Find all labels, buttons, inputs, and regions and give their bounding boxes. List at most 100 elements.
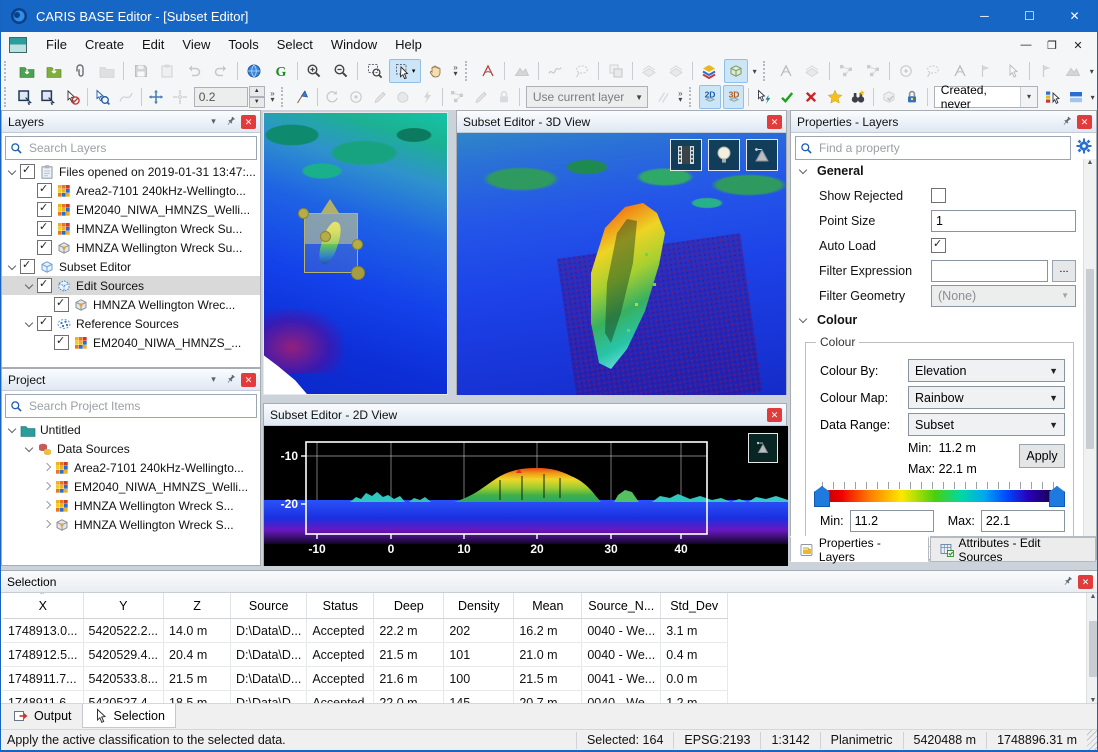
toolbar-overflow-icon[interactable]: »▾ <box>449 60 462 82</box>
examine-button[interactable] <box>847 85 869 109</box>
map-view[interactable] <box>263 112 448 395</box>
colour-map-select[interactable]: Rainbow▼ <box>908 386 1065 409</box>
property-search-input[interactable] <box>817 138 1070 158</box>
lock-small-button[interactable] <box>494 85 516 109</box>
open-folder-button[interactable] <box>41 59 66 83</box>
filter-expression-browse-button[interactable]: ... <box>1052 260 1076 282</box>
column-header-stddev[interactable]: Std_Dev <box>661 593 728 619</box>
chevron-right-icon[interactable] <box>40 461 54 475</box>
surface-tool-a-button[interactable] <box>637 59 662 83</box>
tab-attributes-edit-sources[interactable]: Attributes - Edit Sources <box>930 536 1096 562</box>
view3d-canvas[interactable] <box>457 133 786 395</box>
tab-properties-layers[interactable]: Properties - Layers <box>790 536 929 562</box>
polygon-tool-button[interactable] <box>392 85 414 109</box>
tab-output[interactable]: Output <box>3 704 82 727</box>
visibility-checkbox[interactable] <box>20 259 35 274</box>
mdi-restore-button[interactable]: ❐ <box>1039 39 1065 52</box>
record-movie-button[interactable] <box>670 139 702 171</box>
title-bar[interactable]: CARIS BASE Editor - [Subset Editor] ─ ☐ … <box>1 0 1097 32</box>
column-header-density[interactable]: Density <box>444 593 514 619</box>
subset-rotate-handle[interactable] <box>321 199 339 213</box>
cube-check-button[interactable] <box>878 85 900 109</box>
target-tool-button[interactable] <box>345 85 367 109</box>
table-row[interactable]: 1748913.0...5420522.2...14.0 mD:\Data\D.… <box>3 619 728 643</box>
node-remove-button[interactable] <box>834 59 859 83</box>
node-edit-button[interactable] <box>446 85 468 109</box>
reject-button[interactable] <box>800 85 822 109</box>
property-search[interactable] <box>795 136 1071 160</box>
subset-bounds-box[interactable] <box>304 213 358 273</box>
layer-tree-item[interactable]: HMNZA Wellington Wrec... <box>2 295 260 314</box>
toolbar-overflow-icon[interactable]: »▾ <box>267 86 278 108</box>
apply-button[interactable]: Apply <box>1019 444 1065 468</box>
open-google-earth-button[interactable]: G <box>269 59 294 83</box>
scroll-thumb[interactable] <box>1086 269 1094 449</box>
zoom-in-button[interactable] <box>302 59 327 83</box>
selection-table[interactable]: ⌃XYZSourceStatusDeepDensityMeanSource_N.… <box>3 593 1085 704</box>
view-2d-button[interactable]: 2D <box>699 85 721 109</box>
toolbar-overflow-icon[interactable]: »▾ <box>675 86 686 108</box>
classify-button[interactable] <box>1042 85 1064 109</box>
min-field-input[interactable]: 11.2 <box>850 510 934 532</box>
lock-button[interactable] <box>901 85 923 109</box>
colour-layers-button[interactable] <box>697 59 722 83</box>
column-header-z[interactable]: Z <box>164 593 231 619</box>
panel-menu-icon[interactable]: ▾ <box>206 114 221 129</box>
filter-preset-combo[interactable]: Created, never▾ <box>934 86 1038 108</box>
range-slider-max-handle[interactable] <box>1049 486 1065 507</box>
visibility-checkbox[interactable] <box>37 278 52 293</box>
pick-tool-button[interactable] <box>1001 59 1026 83</box>
compass-tool-button[interactable] <box>774 59 799 83</box>
close-panel-icon[interactable]: ✕ <box>1078 575 1093 589</box>
toolbar-grip[interactable] <box>763 61 770 81</box>
project-tree-item[interactable]: HMNZA Wellington Wreck S... <box>2 515 260 534</box>
table-row[interactable]: 1748912.5...5420529.4...20.4 mD:\Data\D.… <box>3 643 728 667</box>
tolerance-input[interactable] <box>194 87 248 107</box>
scroll-up-icon[interactable]: ▲ <box>1090 593 1097 600</box>
close-panel-icon[interactable]: ✕ <box>767 115 782 129</box>
layer-tree-item[interactable]: Edit Sources <box>2 276 260 295</box>
flag-kite-button[interactable] <box>291 85 313 109</box>
menu-file[interactable]: File <box>37 32 76 58</box>
undo-button[interactable] <box>182 59 207 83</box>
layer-tree-item[interactable]: Area2-7101 240kHz-Wellingto... <box>2 181 260 200</box>
general-section-heading[interactable]: General <box>817 164 864 178</box>
subset-handle[interactable] <box>298 208 309 219</box>
project-search[interactable] <box>5 394 257 418</box>
selection-scrollbar[interactable]: ▲ ▼ <box>1086 593 1098 704</box>
column-header-source[interactable]: Source <box>231 593 307 619</box>
resize-grip[interactable] <box>1087 730 1098 750</box>
project-tree-item[interactable]: Untitled <box>2 420 260 439</box>
pick-profile-button[interactable] <box>543 59 568 83</box>
column-header-x[interactable]: ⌃X <box>3 593 83 619</box>
query-cursor-button[interactable] <box>92 85 114 109</box>
visibility-checkbox[interactable] <box>37 316 52 331</box>
data-range-select[interactable]: Subset▼ <box>908 413 1065 436</box>
layer-mode-combo[interactable]: Use current layer▼ <box>526 86 648 108</box>
toolbar-grip[interactable] <box>281 87 287 107</box>
lighting-button[interactable] <box>708 139 740 171</box>
column-header-mean[interactable]: Mean <box>514 593 582 619</box>
close-panel-icon[interactable]: ✕ <box>241 373 256 387</box>
subset-handle[interactable] <box>352 239 363 250</box>
menu-select[interactable]: Select <box>268 32 322 58</box>
settings-gear-icon[interactable] <box>1076 138 1092 159</box>
filter-geometry-select[interactable]: (None)▼ <box>931 285 1076 307</box>
project-tree-item[interactable]: Data Sources <box>2 439 260 458</box>
properties-scrollbar[interactable]: ▲ ▼ <box>1083 159 1096 558</box>
surface-edit-button[interactable] <box>800 59 825 83</box>
node-tool-button[interactable] <box>860 59 885 83</box>
layer-tree-item[interactable]: HMNZA Wellington Wreck Su... <box>2 219 260 238</box>
view-3d-button[interactable]: 3D <box>723 85 745 109</box>
chevron-down-icon[interactable] <box>6 165 20 179</box>
column-header-y[interactable]: Y <box>83 593 164 619</box>
duplicate-button[interactable] <box>95 59 120 83</box>
zoom-window-button[interactable] <box>362 59 387 83</box>
project-tree-item[interactable]: HMNZA Wellington Wreck S... <box>2 496 260 515</box>
chevron-right-icon[interactable] <box>40 499 54 513</box>
dropdown-arrow-icon[interactable]: ▾ <box>1088 86 1097 108</box>
visibility-checkbox[interactable] <box>54 335 69 350</box>
close-panel-icon[interactable]: ✕ <box>1077 115 1092 129</box>
menu-help[interactable]: Help <box>386 32 431 58</box>
rect-select-button[interactable] <box>38 85 60 109</box>
